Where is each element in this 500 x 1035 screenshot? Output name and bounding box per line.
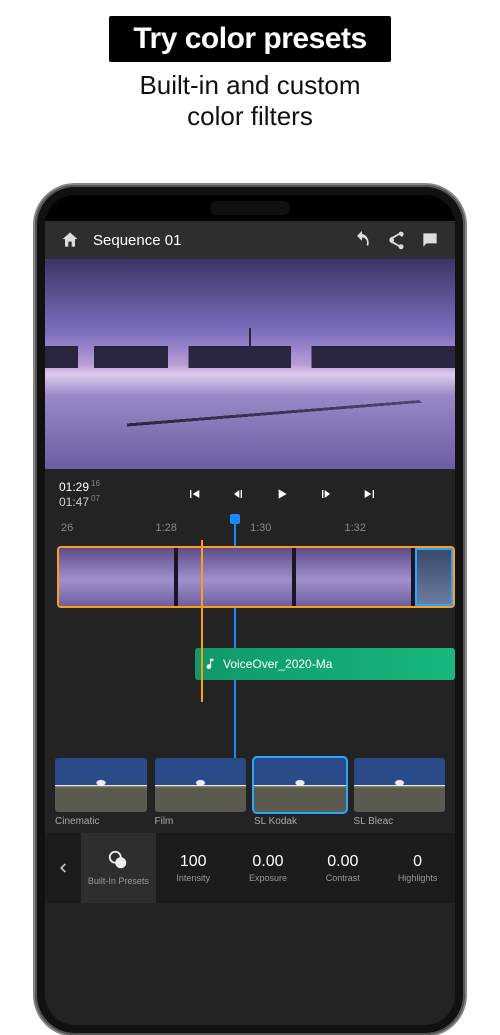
param-value: 0 xyxy=(413,853,422,871)
skip-end-icon[interactable] xyxy=(359,483,381,505)
preset-thumb xyxy=(254,758,346,812)
video-clip[interactable] xyxy=(296,548,411,606)
back-button[interactable] xyxy=(45,833,81,903)
timeline-ruler[interactable]: 26 1:28 1:30 1:32 xyxy=(45,520,455,540)
param-value: 0.00 xyxy=(252,853,283,871)
param-exposure[interactable]: 0.00 Exposure xyxy=(231,833,306,903)
undo-icon[interactable] xyxy=(351,229,373,251)
preset-label: Cinematic xyxy=(55,816,147,827)
edit-marker[interactable] xyxy=(201,540,203,702)
video-track[interactable] xyxy=(57,546,455,608)
timecode-display: 01:2916 01:4707 xyxy=(59,479,117,510)
step-back-icon[interactable] xyxy=(227,483,249,505)
preset-strip: Cinematic Film SL Kodak SL Bleac xyxy=(45,752,455,833)
preset-thumb xyxy=(155,758,247,812)
param-contrast[interactable]: 0.00 Contrast xyxy=(305,833,380,903)
ruler-mark: 1:32 xyxy=(345,522,440,534)
top-bar: Sequence 01 xyxy=(45,221,455,259)
param-label: Contrast xyxy=(326,873,360,883)
timeline[interactable]: VoiceOver_2020-Ma xyxy=(45,540,455,752)
preset-thumb xyxy=(354,758,446,812)
promo-subtitle: Built-in and customcolor filters xyxy=(0,70,500,132)
preset-sl-kodak[interactable]: SL Kodak xyxy=(254,758,346,827)
promo-header: Try color presets Built-in and customcol… xyxy=(0,0,500,132)
play-icon[interactable] xyxy=(271,483,293,505)
video-clip[interactable] xyxy=(59,548,174,606)
transport-bar: 01:2916 01:4707 xyxy=(45,469,455,520)
preset-label: SL Bleac xyxy=(354,816,446,827)
home-icon[interactable] xyxy=(59,229,81,251)
param-value: 100 xyxy=(180,853,207,871)
phone-frame: Sequence 01 01:2916 01:4707 xyxy=(35,185,465,1035)
param-label: Built-In Presets xyxy=(88,876,149,886)
sequence-title[interactable]: Sequence 01 xyxy=(93,232,339,249)
param-intensity[interactable]: 100 Intensity xyxy=(156,833,231,903)
video-clip[interactable] xyxy=(178,548,293,606)
ruler-mark: 1:30 xyxy=(250,522,345,534)
chevron-left-icon xyxy=(56,861,70,875)
preset-sl-bleach[interactable]: SL Bleac xyxy=(354,758,446,827)
param-bar: Built-In Presets 100 Intensity 0.00 Expo… xyxy=(45,833,455,903)
preset-label: SL Kodak xyxy=(254,816,346,827)
skip-start-icon[interactable] xyxy=(183,483,205,505)
param-value: 0.00 xyxy=(327,853,358,871)
audio-clip[interactable]: VoiceOver_2020-Ma xyxy=(195,648,455,680)
param-label: Highlights xyxy=(398,873,438,883)
param-builtin-presets[interactable]: Built-In Presets xyxy=(81,833,156,903)
promo-title: Try color presets xyxy=(109,16,390,62)
share-icon[interactable] xyxy=(385,229,407,251)
step-forward-icon[interactable] xyxy=(315,483,337,505)
preset-label: Film xyxy=(155,816,247,827)
video-clip-selected[interactable] xyxy=(415,548,453,606)
chat-icon[interactable] xyxy=(419,229,441,251)
video-preview[interactable] xyxy=(45,259,455,469)
preset-cinematic[interactable]: Cinematic xyxy=(55,758,147,827)
param-label: Intensity xyxy=(176,873,210,883)
preset-film[interactable]: Film xyxy=(155,758,247,827)
presets-icon xyxy=(107,849,129,874)
param-label: Exposure xyxy=(249,873,287,883)
preset-thumb xyxy=(55,758,147,812)
audio-clip-label: VoiceOver_2020-Ma xyxy=(223,657,332,671)
statusbar xyxy=(45,195,455,221)
ruler-mark: 26 xyxy=(61,522,156,534)
param-highlights[interactable]: 0 Highlights xyxy=(380,833,455,903)
app-screen: Sequence 01 01:2916 01:4707 xyxy=(45,195,455,1025)
music-note-icon xyxy=(203,657,217,671)
